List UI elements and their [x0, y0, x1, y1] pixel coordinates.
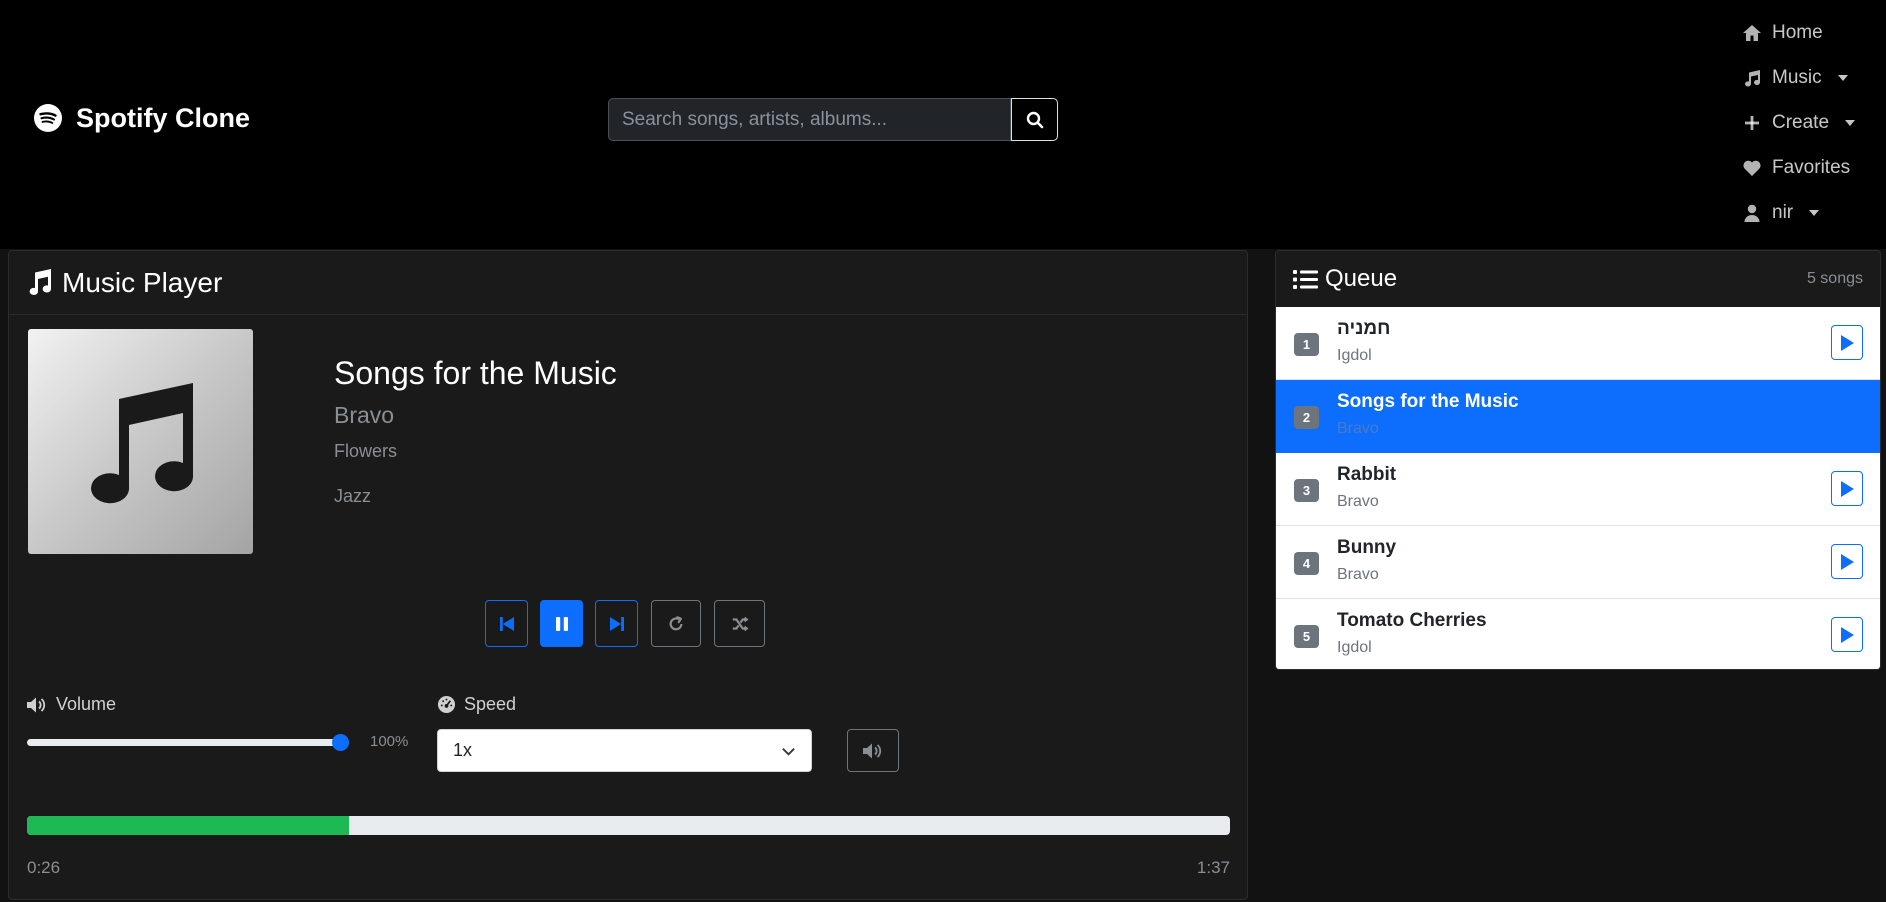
queue-item[interactable]: 4 Bunny Bravo [1276, 526, 1880, 599]
music-note-icon [90, 382, 193, 503]
progress-bar[interactable] [27, 816, 1230, 835]
queue-item[interactable]: 5 Tomato Cherries Igdol [1276, 599, 1880, 669]
list-icon [1293, 269, 1318, 289]
play-icon [1841, 480, 1854, 497]
plus-icon [1745, 115, 1759, 130]
queue-item-active[interactable]: 2 Songs for the Music Bravo [1276, 380, 1880, 453]
nav-create-label: Create [1772, 111, 1830, 133]
chevron-down-icon [782, 748, 795, 756]
player-title: Music Player [62, 266, 223, 298]
queue-item-number: 3 [1294, 479, 1319, 502]
queue-item-artist: Igdol [1337, 639, 1372, 656]
nav-music-label: Music [1772, 66, 1822, 88]
gauge-icon [437, 695, 456, 714]
queue-item-title: Rabbit [1337, 464, 1397, 485]
nav-music-dropdown[interactable]: Music [1742, 55, 1855, 100]
queue-item-artist: Bravo [1337, 420, 1379, 437]
volume-label: Volume [56, 694, 117, 714]
queue-item-title: חמניה [1337, 318, 1391, 339]
play-icon [1841, 626, 1854, 643]
queue-item-number: 5 [1294, 625, 1319, 648]
speed-select[interactable]: 1x [437, 729, 812, 772]
speed-label: Speed [464, 694, 517, 714]
speed-label-group: Speed [437, 694, 516, 715]
queue-item-number: 4 [1294, 552, 1319, 575]
navbar: Spotify Clone Home Music Create Favori [0, 0, 1886, 249]
play-icon [1841, 553, 1854, 570]
total-time: 1:37 [1196, 858, 1230, 877]
queue-play-button[interactable] [1831, 617, 1863, 652]
now-playing-album: Flowers [334, 441, 398, 461]
queue-item-title: Songs for the Music [1337, 391, 1519, 412]
queue-play-button[interactable] [1831, 544, 1863, 579]
mute-button[interactable] [847, 729, 899, 772]
nav-user-label: nir [1772, 201, 1794, 223]
caret-down-icon [1845, 119, 1856, 126]
volume-icon [863, 743, 882, 758]
player-header: Music Player [9, 251, 1247, 315]
queue-play-button[interactable] [1831, 471, 1863, 506]
queue-item-artist: Bravo [1337, 493, 1379, 510]
shuffle-icon [732, 616, 748, 631]
nav-user-dropdown[interactable]: nir [1742, 190, 1855, 235]
queue-item[interactable]: 1 חמניה Igdol [1276, 307, 1880, 380]
repeat-button[interactable] [651, 600, 701, 647]
music-note-icon [1745, 69, 1760, 87]
volume-slider[interactable] [27, 734, 349, 751]
queue-item[interactable]: 3 Rabbit Bravo [1276, 453, 1880, 526]
previous-button[interactable] [485, 600, 528, 647]
user-icon [1744, 204, 1760, 222]
repeat-icon [669, 615, 683, 630]
now-playing-genre: Jazz [334, 486, 372, 506]
music-player-card: Music Player Songs for the Music Bravo F… [8, 250, 1248, 900]
queue-list: 1 חמניה Igdol 2 Songs for the Music Brav… [1276, 307, 1880, 669]
spotify-logo-icon [34, 104, 62, 132]
caret-down-icon [1837, 74, 1848, 81]
search-icon [1026, 111, 1043, 128]
queue-item-artist: Bravo [1337, 566, 1379, 583]
nav-home[interactable]: Home [1742, 10, 1855, 55]
search-input[interactable] [608, 98, 1011, 141]
heart-icon [1743, 160, 1761, 176]
nav-create-dropdown[interactable]: Create [1742, 100, 1856, 145]
nav-favorites-label: Favorites [1772, 156, 1851, 178]
volume-icon [27, 697, 46, 712]
queue-item-title: Bunny [1337, 537, 1397, 558]
volume-value: 100% [370, 733, 409, 750]
queue-item-number: 2 [1294, 406, 1319, 429]
brand[interactable]: Spotify Clone [34, 102, 250, 134]
now-playing-artist: Bravo [334, 402, 395, 428]
volume-slider-thumb[interactable] [332, 734, 349, 751]
search-form [608, 98, 1058, 141]
caret-down-icon [1809, 209, 1820, 216]
next-icon [609, 616, 624, 631]
queue-item-number: 1 [1294, 333, 1319, 356]
brand-name: Spotify Clone [76, 102, 250, 133]
current-time: 0:26 [27, 858, 61, 877]
queue-count: 5 songs [1806, 270, 1863, 287]
home-icon [1743, 24, 1761, 41]
nav-links: Home Music Create Favorites nir [1742, 10, 1856, 235]
progress-bar-fill [27, 816, 350, 835]
speed-selected-value: 1x [453, 740, 473, 760]
volume-label-group: Volume [26, 694, 116, 715]
queue-item-title: Tomato Cherries [1337, 610, 1487, 631]
pause-icon [555, 616, 568, 631]
queue-play-button[interactable] [1831, 325, 1863, 360]
search-button[interactable] [1011, 98, 1058, 141]
nav-favorites[interactable]: Favorites [1742, 145, 1855, 190]
pause-button[interactable] [540, 600, 583, 647]
queue-item-artist: Igdol [1337, 347, 1372, 364]
queue-title: Queue [1325, 265, 1398, 292]
music-note-icon [29, 269, 52, 296]
next-button[interactable] [595, 600, 638, 647]
queue-card: Queue 5 songs 1 חמניה Igdol 2 Songs for … [1275, 250, 1881, 670]
shuffle-button[interactable] [714, 600, 765, 647]
album-art [28, 329, 253, 554]
previous-icon [499, 616, 514, 631]
now-playing-title: Songs for the Music [334, 355, 617, 391]
play-icon [1841, 334, 1854, 351]
nav-home-label: Home [1772, 21, 1823, 43]
queue-header: Queue 5 songs [1276, 251, 1880, 307]
